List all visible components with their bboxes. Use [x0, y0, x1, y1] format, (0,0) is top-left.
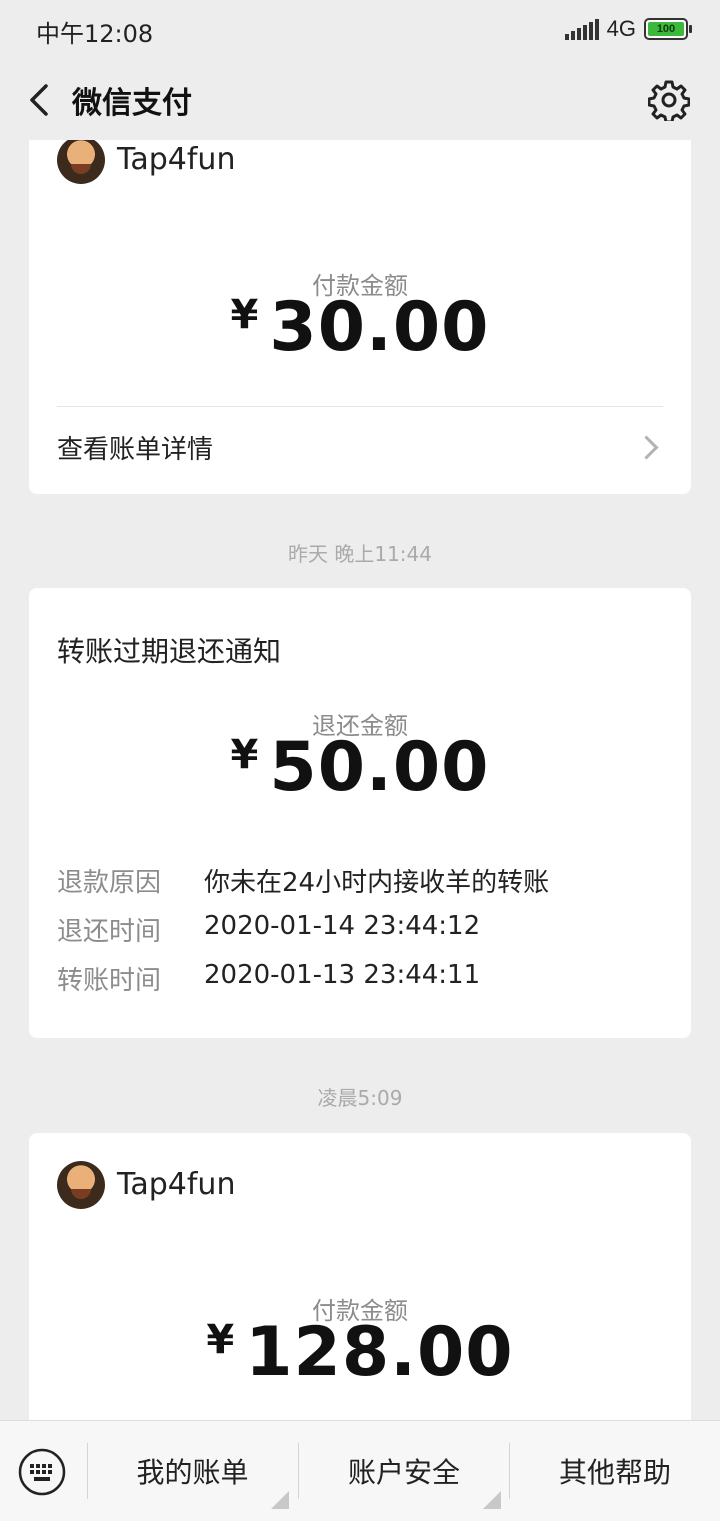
view-bill-details-label: 查看账单详情 [57, 434, 214, 465]
menu-label: 我的账单 [136, 1456, 249, 1489]
detail-value: 2020-01-13 23:44:11 [204, 960, 481, 990]
amount-number: 30.00 [269, 288, 490, 367]
currency-symbol: ¥ [206, 1317, 236, 1363]
detail-row-reason: 退款原因 你未在24小时内接收羊的转账 [57, 862, 663, 902]
submenu-indicator-icon [271, 1491, 289, 1509]
menu-label: 账户安全 [347, 1456, 460, 1489]
chevron-right-icon [634, 434, 659, 460]
navigation-bar: 微信支付 [0, 60, 720, 140]
merchant-avatar [57, 140, 105, 184]
status-bar: 中午12:08 4G 100 [0, 0, 720, 60]
signal-icon [564, 18, 599, 40]
notice-title: 转账过期退还通知 [57, 635, 282, 668]
keyboard-icon[interactable] [18, 1448, 66, 1496]
amount-value: ¥50.00 [29, 728, 691, 807]
battery-level: 100 [648, 22, 684, 36]
detail-row-transfer-time: 转账时间 2020-01-13 23:44:11 [57, 960, 663, 1000]
submenu-indicator-icon [483, 1491, 501, 1509]
message-timestamp: 凌晨5:09 [317, 1086, 403, 1110]
bottom-menu-bar: 我的账单 账户安全 其他帮助 [0, 1420, 720, 1521]
menu-other-help[interactable]: 其他帮助 [510, 1421, 720, 1521]
view-bill-details-row[interactable]: 查看账单详情 [57, 407, 663, 487]
refund-notice-card[interactable]: 转账过期退还通知 退还金额 ¥50.00 退款原因 你未在24小时内接收羊的转账… [29, 588, 691, 1038]
battery-icon: 100 [644, 18, 692, 40]
page-title: 微信支付 [72, 86, 192, 121]
detail-key: 退还时间 [57, 917, 162, 947]
detail-value: 你未在24小时内接收羊的转账 [204, 868, 550, 898]
menu-my-bills[interactable]: 我的账单 [88, 1421, 297, 1521]
menu-account-security[interactable]: 账户安全 [299, 1421, 509, 1521]
currency-symbol: ¥ [230, 292, 260, 338]
merchant-name: Tap4fun [117, 1167, 236, 1202]
payment-card[interactable]: Tap4fun 付款金额 ¥128.00 [29, 1133, 691, 1420]
menu-label: 其他帮助 [558, 1456, 671, 1489]
amount-number: 50.00 [269, 728, 490, 807]
amount-value: ¥30.00 [29, 288, 691, 367]
network-type: 4G [606, 16, 636, 41]
detail-key: 转账时间 [57, 966, 162, 996]
merchant-name: Tap4fun [117, 142, 236, 177]
amount-value: ¥128.00 [29, 1313, 691, 1392]
currency-symbol: ¥ [230, 732, 260, 778]
message-timestamp: 昨天 晚上11:44 [288, 542, 432, 566]
detail-row-refund-time: 退还时间 2020-01-14 23:44:12 [57, 911, 663, 951]
status-time: 中午12:08 [36, 20, 154, 48]
back-arrow-icon[interactable] [24, 80, 64, 120]
message-list[interactable]: Tap4fun 付款金额 ¥30.00 查看账单详情 昨天 晚上11:44 转账… [0, 140, 720, 1420]
merchant-avatar [57, 1161, 105, 1209]
detail-key: 退款原因 [57, 868, 162, 898]
status-indicators: 4G 100 [564, 16, 692, 42]
detail-value: 2020-01-14 23:44:12 [204, 911, 481, 941]
settings-gear-icon[interactable] [648, 79, 690, 121]
amount-number: 128.00 [245, 1313, 514, 1392]
payment-card[interactable]: Tap4fun 付款金额 ¥30.00 查看账单详情 [29, 140, 691, 494]
